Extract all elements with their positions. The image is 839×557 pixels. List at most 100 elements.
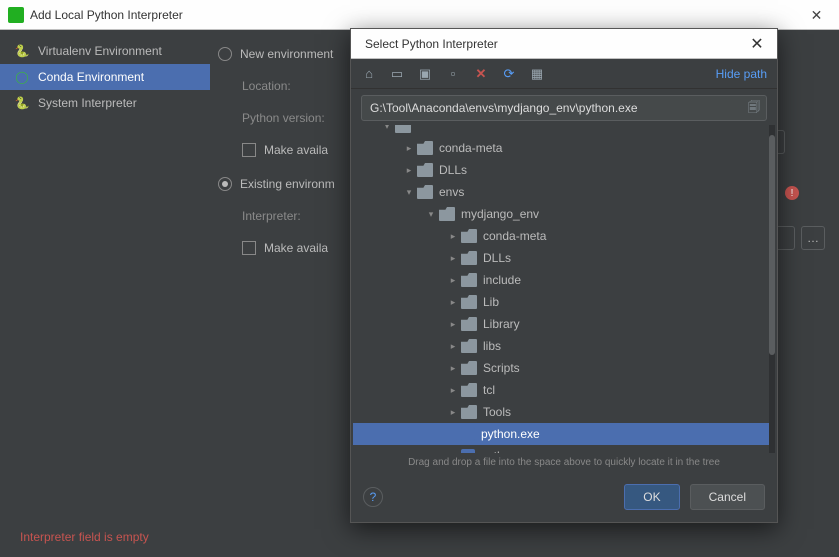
tree-folder[interactable]: ▾ envs (353, 181, 769, 203)
tree-label: conda-meta (439, 141, 502, 155)
tree-file[interactable]: pythonw.exe (353, 445, 769, 453)
drag-hint: Drag and drop a file into the space abov… (351, 453, 777, 472)
tree-folder[interactable]: ▸ DLLs (353, 159, 769, 181)
folder-icon (461, 361, 477, 375)
caret-icon: ▸ (447, 341, 459, 352)
caret-icon: ▾ (425, 209, 437, 220)
tree-folder[interactable]: ▸DLLs (353, 247, 769, 269)
show-hidden-icon[interactable]: ▦ (529, 66, 545, 82)
tree-folder[interactable]: ▸ Lib (353, 291, 769, 313)
file-icon (461, 427, 475, 441)
tree-label: pythonw.exe (481, 449, 548, 453)
ok-button[interactable]: OK (624, 484, 679, 510)
new-folder-icon[interactable]: ▣ (417, 66, 433, 82)
refresh-icon[interactable]: ⟳ (501, 66, 517, 82)
caret-icon: ▸ (447, 275, 459, 286)
close-icon[interactable]: ✕ (794, 0, 839, 30)
tree-node[interactable]: ▾ (353, 125, 769, 137)
tree-folder[interactable]: ▸conda-meta (353, 137, 769, 159)
folder-icon (461, 251, 477, 265)
main-title: Add Local Python Interpreter (30, 8, 794, 22)
tree-wrap: ▾▸conda-meta▸DLLs▾envs▾mydjango_env▸cond… (353, 125, 775, 453)
sidebar-item-conda[interactable]: ◯ Conda Environment (0, 64, 210, 90)
checkbox-icon (242, 143, 256, 157)
tree-label: conda-meta (483, 229, 546, 243)
hide-path-link[interactable]: Hide path (716, 67, 767, 81)
folder-icon (461, 229, 477, 243)
module-icon[interactable]: ▫ (445, 66, 461, 82)
tree-label: DLLs (439, 163, 467, 177)
caret-icon: ▸ (447, 319, 459, 330)
tree-folder[interactable]: ▸ libs (353, 335, 769, 357)
tree-folder[interactable]: ▸ include (353, 269, 769, 291)
interpreter-label: Interpreter: (242, 209, 322, 223)
radio-label: New environment (240, 47, 333, 61)
sidebar-item-label: Conda Environment (38, 70, 144, 84)
python-version-label: Python version: (242, 111, 342, 125)
folder-icon (417, 185, 433, 199)
sidebar-item-label: System Interpreter (38, 96, 137, 110)
python-icon: 🐍 (14, 96, 30, 110)
sidebar-item-virtualenv[interactable]: 🐍 Virtualenv Environment (0, 38, 210, 64)
folder-icon (395, 125, 411, 133)
tree-label: tcl (483, 383, 495, 397)
caret-icon: ▾ (403, 187, 415, 198)
caret-icon: ▸ (447, 297, 459, 308)
sidebar-item-system[interactable]: 🐍 System Interpreter (0, 90, 210, 116)
error-badge: ! (785, 186, 799, 200)
caret-icon: ▸ (447, 385, 459, 396)
folder-icon (461, 317, 477, 331)
browse-button[interactable]: … (801, 226, 825, 250)
path-field: 🗐 (361, 95, 767, 121)
tree-label: DLLs (483, 251, 511, 265)
tree-folder[interactable]: ▸ tcl (353, 379, 769, 401)
tree-folder[interactable]: ▸ Library (353, 313, 769, 335)
checkbox-label: Make availa (264, 241, 328, 255)
caret-icon: ▸ (447, 231, 459, 242)
tree-label: mydjango_env (461, 207, 539, 221)
pycharm-icon (8, 7, 24, 23)
delete-icon[interactable]: ✕ (473, 66, 489, 82)
scrollbar-track[interactable] (769, 125, 775, 453)
tree-file[interactable]: python.exe (353, 423, 769, 445)
tree-label: python.exe (481, 427, 540, 441)
tree-label: Tools (483, 405, 511, 419)
tree-folder[interactable]: ▾ mydjango_env (353, 203, 769, 225)
folder-icon (439, 207, 455, 221)
tree-label: envs (439, 185, 464, 199)
checkbox-label: Make availa (264, 143, 328, 157)
history-icon[interactable]: 🗐 (742, 98, 766, 119)
path-input[interactable] (362, 101, 742, 115)
help-icon[interactable]: ? (363, 487, 383, 507)
select-interpreter-dialog: Select Python Interpreter ✕ ⌂ ▭ ▣ ▫ ✕ ⟳ … (350, 28, 778, 523)
tree-label: include (483, 273, 521, 287)
file-tree[interactable]: ▾▸conda-meta▸DLLs▾envs▾mydjango_env▸cond… (353, 125, 769, 453)
dialog-title: Select Python Interpreter (365, 37, 737, 51)
radio-icon (218, 177, 232, 191)
location-label: Location: (242, 79, 342, 93)
sidebar-item-label: Virtualenv Environment (38, 44, 162, 58)
folder-icon (417, 141, 433, 155)
home-icon[interactable]: ⌂ (361, 66, 377, 82)
file-icon (461, 449, 475, 453)
scrollbar-thumb[interactable] (769, 135, 775, 355)
folder-icon (461, 339, 477, 353)
footer-error-text: Interpreter field is empty (20, 530, 149, 544)
cancel-button[interactable]: Cancel (690, 484, 765, 510)
caret-icon: ▸ (403, 165, 415, 176)
tree-label: Lib (483, 295, 499, 309)
project-icon[interactable]: ▭ (389, 66, 405, 82)
conda-icon: ◯ (14, 70, 30, 84)
dialog-toolbar: ⌂ ▭ ▣ ▫ ✕ ⟳ ▦ Hide path (351, 59, 777, 89)
close-icon[interactable]: ✕ (737, 34, 777, 54)
main-titlebar: Add Local Python Interpreter ✕ (0, 0, 839, 30)
tree-folder[interactable]: ▸ conda-meta (353, 225, 769, 247)
tree-folder[interactable]: ▸Tools (353, 401, 769, 423)
tree-label: libs (483, 339, 501, 353)
tree-folder[interactable]: ▸Scripts (353, 357, 769, 379)
tree-label: Library (483, 317, 520, 331)
checkbox-icon (242, 241, 256, 255)
folder-icon (461, 383, 477, 397)
sidebar: 🐍 Virtualenv Environment ◯ Conda Environ… (0, 30, 210, 517)
folder-icon (461, 295, 477, 309)
